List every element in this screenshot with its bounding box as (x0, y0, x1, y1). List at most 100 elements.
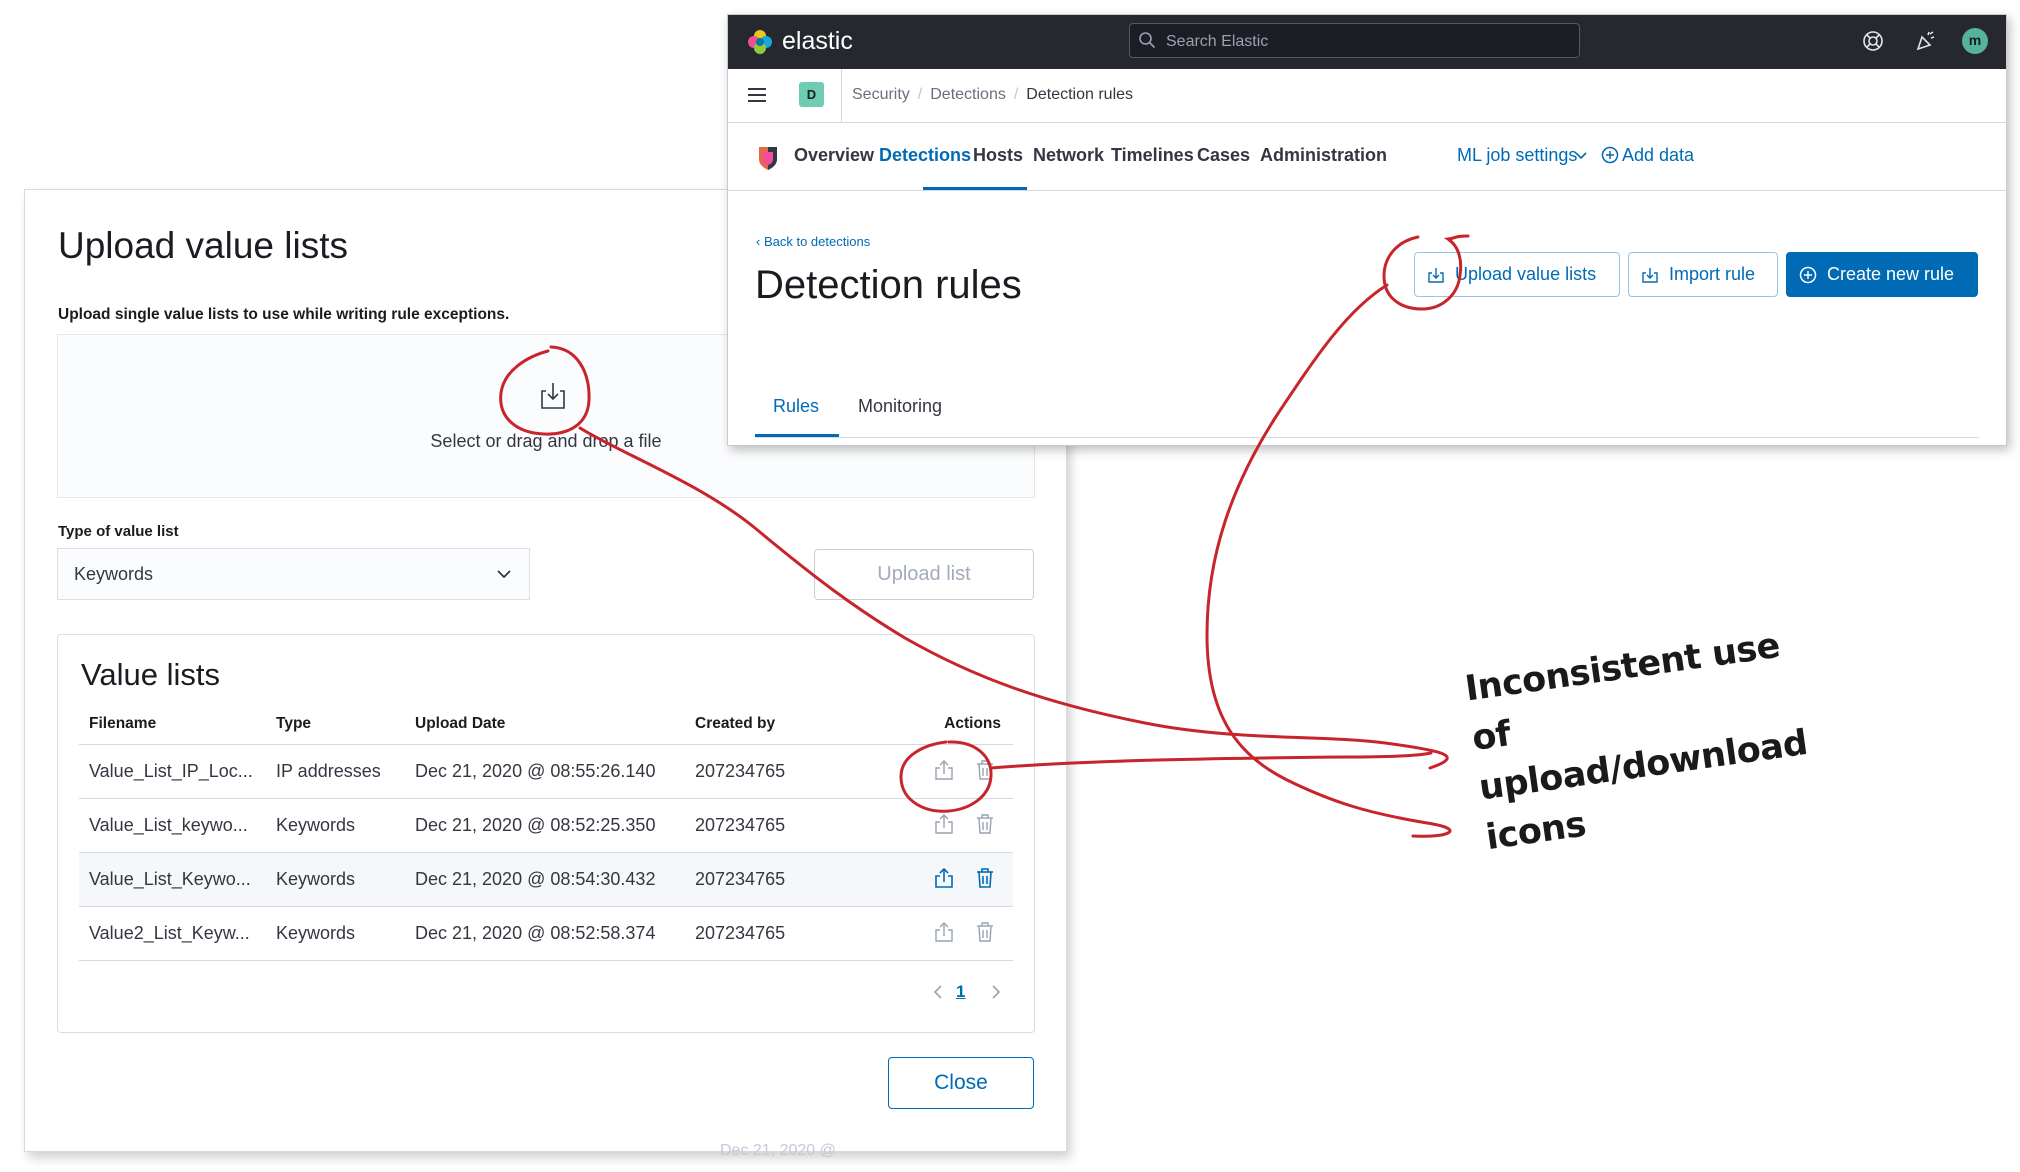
button-label: Create new rule (1827, 264, 1955, 284)
back-link-label: Back to detections (763, 234, 871, 249)
import-rule-button[interactable]: Import rule (1628, 252, 1778, 297)
button-label: Upload value lists (1455, 264, 1597, 284)
chevron-down-icon (497, 570, 511, 579)
cell-filename: Value_List_keywo... (89, 815, 248, 835)
column-header-upload-date[interactable]: Upload Date (415, 715, 505, 733)
active-nav-indicator (923, 187, 1027, 190)
cell-upload-date: Dec 21, 2020 @ 08:55:26.140 (415, 761, 656, 781)
table-row: Value_List_IP_Loc... IP addresses Dec 21… (79, 745, 1013, 799)
value-lists-title: Value lists (81, 657, 220, 692)
elastic-logo-icon[interactable] (746, 28, 774, 56)
cell-created-by: 207234765 (695, 815, 786, 835)
security-app-icon (759, 147, 777, 170)
security-app-nav: Overview Detections Hosts Network Timeli… (728, 122, 2006, 191)
tab-rules[interactable]: Rules (773, 396, 819, 417)
type-label: Type of value list (58, 523, 179, 540)
column-header-type[interactable]: Type (276, 715, 311, 733)
cell-type: Keywords (276, 923, 356, 943)
export-icon[interactable] (932, 758, 956, 782)
create-new-rule-button[interactable]: Create new rule (1786, 252, 1978, 297)
type-select[interactable]: Keywords (57, 548, 530, 600)
page-title: Detection rules (755, 263, 1022, 307)
cell-created-by: 207234765 (695, 923, 786, 943)
annotation-note: Inconsistent use of upload/download icon… (1462, 615, 1846, 863)
cell-upload-date: Dec 21, 2020 @ 08:54:30.432 (415, 869, 656, 889)
column-header-created-by[interactable]: Created by (695, 715, 775, 733)
background-text: Dec 21, 2020 @ (720, 1142, 836, 1159)
download-icon (541, 383, 565, 409)
help-icon[interactable] (1861, 29, 1885, 53)
nav-detections[interactable]: Detections (879, 145, 971, 166)
search-bar[interactable] (1129, 23, 1580, 59)
brand-name: elastic (782, 27, 853, 55)
column-header-filename[interactable]: Filename (89, 715, 156, 733)
chevron-left-icon[interactable] (930, 982, 946, 1002)
table-row: Value2_List_Keyw... Keywords Dec 21, 202… (79, 907, 1013, 961)
table-row: Value_List_keywo... Keywords Dec 21, 202… (79, 799, 1013, 853)
newsfeed-icon[interactable] (1914, 29, 1938, 53)
breadcrumb-separator: / (917, 86, 923, 103)
chevron-down-icon (1575, 152, 1587, 160)
cell-type: Keywords (276, 815, 356, 835)
cell-created-by: 207234765 (695, 869, 786, 889)
plus-in-circle-icon (1799, 266, 1817, 284)
chevron-right-icon[interactable] (988, 982, 1004, 1002)
trash-icon[interactable] (973, 812, 997, 836)
nav-administration[interactable]: Administration (1260, 145, 1387, 166)
table-row: Value_List_Keywo... Keywords Dec 21, 202… (79, 853, 1013, 907)
menu-icon[interactable] (746, 85, 768, 105)
breadcrumb-separator: / (1013, 86, 1019, 103)
tab-monitoring[interactable]: Monitoring (858, 396, 942, 417)
breadcrumb-current: Detection rules (1026, 86, 1134, 103)
type-select-value: Keywords (74, 564, 154, 584)
kibana-window: elastic m D Security / Detections / Detectio… (727, 14, 2007, 446)
avatar[interactable]: m (1962, 28, 1988, 54)
breadcrumb-security[interactable]: Security (852, 86, 910, 103)
breadcrumb: Security / Detections / Detection rules (852, 86, 1133, 104)
value-lists-table: Filename Type Upload Date Created by Act… (79, 706, 1013, 961)
space-avatar[interactable]: D (799, 82, 824, 107)
cell-upload-date: Dec 21, 2020 @ 08:52:58.374 (415, 923, 656, 943)
upload-list-button[interactable]: Upload list (814, 549, 1034, 600)
trash-icon[interactable] (973, 866, 997, 890)
nav-overview[interactable]: Overview (794, 145, 874, 166)
download-icon (1642, 268, 1658, 283)
nav-cases[interactable]: Cases (1197, 145, 1250, 166)
trash-icon[interactable] (973, 758, 997, 782)
breadcrumb-bar: D Security / Detections / Detection rules (728, 69, 2006, 123)
cell-filename: Value_List_IP_Loc... (89, 761, 253, 781)
cell-filename: Value_List_Keywo... (89, 869, 251, 889)
search-icon (1139, 32, 1156, 49)
divider (841, 69, 842, 122)
cell-upload-date: Dec 21, 2020 @ 08:52:25.350 (415, 815, 656, 835)
chevron-left-icon: ‹ (756, 234, 761, 249)
export-icon[interactable] (932, 866, 956, 890)
export-icon[interactable] (932, 920, 956, 944)
trash-icon[interactable] (973, 920, 997, 944)
export-icon[interactable] (932, 812, 956, 836)
header-bar: elastic m (728, 15, 2006, 69)
page-number[interactable]: 1 (956, 982, 965, 1002)
breadcrumb-detections[interactable]: Detections (930, 86, 1006, 103)
nav-hosts[interactable]: Hosts (973, 145, 1023, 166)
modal-description: Upload single value lists to use while w… (58, 306, 510, 323)
column-header-actions: Actions (944, 715, 1001, 732)
cell-filename: Value2_List_Keyw... (89, 923, 250, 943)
active-tab-indicator (755, 434, 839, 437)
download-icon (1428, 268, 1444, 283)
table-header: Filename Type Upload Date Created by Act… (79, 706, 1013, 745)
plus-in-circle-icon (1601, 146, 1619, 164)
add-data-link[interactable]: Add data (1622, 145, 1694, 166)
value-lists-panel: Value lists Filename Type Upload Date Cr… (57, 634, 1035, 1033)
close-button[interactable]: Close (888, 1057, 1034, 1109)
upload-value-lists-button[interactable]: Upload value lists (1414, 252, 1620, 297)
cell-created-by: 207234765 (695, 761, 786, 781)
cell-type: Keywords (276, 869, 356, 889)
ml-job-settings-link[interactable]: ML job settings (1457, 145, 1577, 166)
nav-network[interactable]: Network (1033, 145, 1104, 166)
cell-type: IP addresses (276, 761, 381, 781)
nav-timelines[interactable]: Timelines (1111, 145, 1194, 166)
modal-title: Upload value lists (58, 225, 348, 266)
search-input[interactable] (1164, 24, 1568, 59)
back-to-detections-link[interactable]: ‹ Back to detections (756, 234, 870, 249)
